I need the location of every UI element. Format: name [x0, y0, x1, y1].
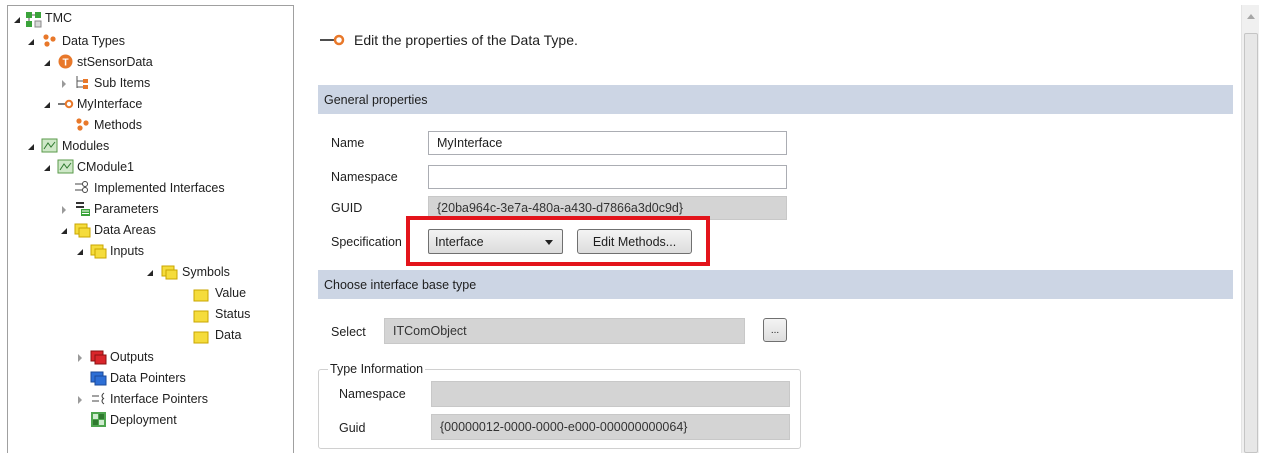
- collapse-toggle[interactable]: [42, 163, 51, 172]
- interface-icon: [320, 34, 345, 46]
- tree-item-cmodule1[interactable]: CModule1: [8, 157, 288, 177]
- namespace-field[interactable]: [428, 165, 787, 189]
- tree-item-tmc[interactable]: TMC: [8, 11, 288, 31]
- collapse-toggle[interactable]: [26, 37, 35, 46]
- tree-item-label: stSensorData: [77, 55, 153, 69]
- tree-item-label: Sub Items: [94, 76, 151, 90]
- tree-item-data-types[interactable]: Data Types: [8, 31, 288, 51]
- tmc-icon: [26, 12, 42, 28]
- tree-item-deployment[interactable]: Deployment: [8, 410, 288, 430]
- vertical-scrollbar[interactable]: [1241, 5, 1259, 453]
- tree-item-myinterface[interactable]: MyInterface: [8, 94, 288, 114]
- collapse-toggle[interactable]: [75, 247, 84, 256]
- tree-item-implemented-interfaces[interactable]: Implemented Interfaces: [8, 178, 293, 198]
- collapse-toggle[interactable]: [42, 100, 51, 109]
- interface-pointers-icon: [92, 392, 105, 405]
- inputs-icon: [90, 244, 107, 259]
- tree-item-label: Inputs: [110, 244, 145, 258]
- outputs-icon: [90, 350, 107, 365]
- base-type-field: ITComObject: [384, 318, 745, 344]
- parameters-icon: [76, 202, 90, 216]
- sub-items-icon: [76, 76, 88, 89]
- tree-item-label: Modules: [62, 139, 110, 153]
- tree-item-methods[interactable]: Methods: [8, 115, 288, 135]
- struct-type-icon: T: [58, 54, 73, 69]
- tree-item-data-pointers[interactable]: Data Pointers: [8, 368, 288, 388]
- symbol-icon: [193, 310, 209, 323]
- typeinfo-namespace-field: [431, 381, 790, 407]
- tree-item-label: TMC: [45, 11, 73, 25]
- modules-icon: [41, 138, 58, 153]
- base-type-header: Choose interface base type: [318, 270, 1233, 299]
- tree-item-data[interactable]: Data: [8, 325, 288, 345]
- tree-item-status[interactable]: Status: [8, 304, 288, 324]
- data-pointers-icon: [90, 371, 107, 386]
- typeinfo-namespace-label: Namespace: [339, 387, 406, 401]
- select-label: Select: [331, 325, 366, 339]
- symbol-icon: [193, 331, 209, 344]
- tree-item-label: Value: [215, 286, 247, 300]
- tree-item-label: Status: [215, 307, 251, 321]
- module-icon: [57, 159, 74, 174]
- solution-tree[interactable]: TMC Data Types T stSensorData Sub Items …: [7, 5, 294, 453]
- typeinfo-guid-label: Guid: [339, 421, 366, 435]
- tree-item-label: Interface Pointers: [110, 392, 208, 406]
- data-areas-icon: [74, 223, 91, 238]
- tree-item-outputs[interactable]: Outputs: [8, 347, 288, 367]
- specification-label: Specification: [331, 235, 402, 249]
- general-properties-header: General properties: [318, 85, 1233, 114]
- tree-item-label: Parameters: [94, 202, 159, 216]
- interface-icon: [58, 99, 74, 109]
- page-title: Edit the properties of the Data Type.: [354, 32, 578, 48]
- tree-item-sub-items[interactable]: Sub Items: [8, 73, 288, 93]
- collapse-toggle[interactable]: [42, 58, 51, 67]
- tree-item-label: Data Areas: [94, 223, 156, 237]
- expand-toggle[interactable]: [59, 79, 68, 88]
- tree-item-label: Deployment: [110, 413, 177, 427]
- tree-item-value[interactable]: Value: [8, 283, 288, 303]
- page-header: Edit the properties of the Data Type.: [320, 30, 578, 50]
- collapse-toggle[interactable]: [12, 15, 21, 24]
- highlight-box: [406, 216, 710, 266]
- tree-item-stsensordata[interactable]: T stSensorData: [8, 52, 288, 72]
- type-information-title: Type Information: [328, 362, 426, 376]
- tree-item-label: CModule1: [77, 160, 134, 174]
- expand-toggle[interactable]: [75, 353, 84, 362]
- name-field[interactable]: MyInterface: [428, 131, 787, 155]
- methods-icon: [76, 118, 89, 131]
- symbol-icon: [193, 289, 209, 302]
- tree-item-data-areas[interactable]: Data Areas: [8, 220, 288, 240]
- tree-item-label: Data Types: [62, 34, 126, 48]
- tree-item-label: Implemented Interfaces: [94, 181, 225, 195]
- typeinfo-guid-field: {00000012-0000-0000-e000-000000000064}: [431, 414, 790, 440]
- namespace-label: Namespace: [331, 170, 398, 184]
- collapse-toggle[interactable]: [145, 268, 154, 277]
- tree-item-label: Symbols: [182, 265, 230, 279]
- svg-text:T: T: [62, 58, 68, 69]
- data-types-icon: [43, 34, 56, 47]
- tree-item-interface-pointers[interactable]: Interface Pointers: [8, 389, 288, 409]
- scroll-up-icon[interactable]: [1247, 14, 1255, 19]
- implemented-interfaces-icon: [75, 181, 88, 193]
- deployment-icon: [91, 412, 106, 427]
- tree-item-symbols[interactable]: Symbols: [8, 262, 288, 282]
- collapse-toggle[interactable]: [26, 142, 35, 151]
- tree-item-modules[interactable]: Modules: [8, 136, 288, 156]
- tree-item-label: Data: [215, 328, 242, 342]
- scroll-thumb[interactable]: [1244, 33, 1258, 453]
- tree-item-inputs[interactable]: Inputs: [8, 241, 288, 261]
- name-label: Name: [331, 136, 365, 150]
- tree-item-parameters[interactable]: Parameters: [8, 199, 288, 219]
- tree-item-label: MyInterface: [77, 97, 143, 111]
- browse-button[interactable]: ...: [763, 318, 787, 342]
- tree-item-label: Data Pointers: [110, 371, 186, 385]
- expand-toggle[interactable]: [75, 395, 84, 404]
- tree-item-label: Outputs: [110, 350, 154, 364]
- expand-toggle[interactable]: [59, 205, 68, 214]
- tree-item-label: Methods: [94, 118, 142, 132]
- collapse-toggle[interactable]: [59, 226, 68, 235]
- symbols-icon: [161, 265, 178, 280]
- guid-label: GUID: [331, 201, 363, 215]
